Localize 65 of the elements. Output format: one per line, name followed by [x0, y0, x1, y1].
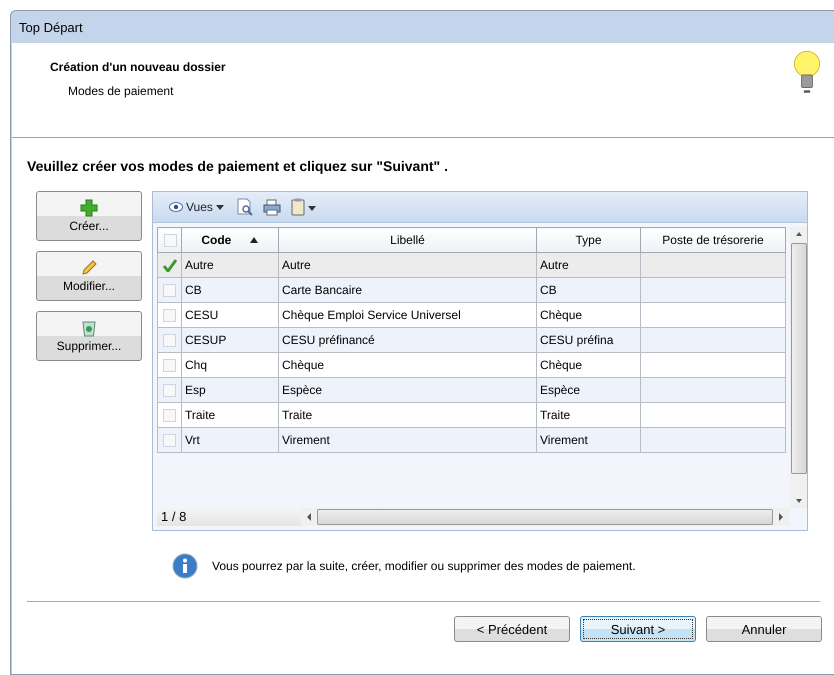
vertical-scrollbar[interactable]: [790, 227, 807, 508]
wizard-button[interactable]: Annuler: [706, 616, 822, 642]
table-cell: Traite: [536, 402, 640, 428]
table-cell: CESU préfina: [536, 328, 640, 352]
table-cell: CESU: [182, 302, 278, 328]
table-cell: Espèce: [536, 378, 640, 402]
column-header[interactable]: Poste de trésorerie: [640, 228, 786, 252]
table-cell: CB: [182, 278, 278, 302]
table-cell: Traite: [278, 402, 536, 428]
column-header[interactable]: Code: [182, 228, 278, 252]
table-cell: CB: [536, 278, 640, 302]
table-cell: Chèque Emploi Service Universel: [278, 302, 536, 328]
table-cell: Chq: [182, 352, 278, 378]
edit-button[interactable]: Modifier...: [36, 251, 142, 301]
row-checkbox[interactable]: [163, 284, 176, 296]
checkmark-icon[interactable]: [162, 258, 176, 272]
wizard-button[interactable]: < Précédent: [454, 616, 570, 642]
eye-icon: [169, 202, 183, 212]
instruction-text: Veuillez créer vos modes de paiement et cliquez sur "Suivant" .: [27, 158, 449, 174]
preview-icon[interactable]: [236, 198, 254, 216]
table-cell: Autre: [536, 252, 640, 278]
table-cell: Virement: [536, 428, 640, 452]
table-cell: Traite: [182, 402, 278, 428]
select-all-checkbox[interactable]: [164, 234, 177, 246]
caret-icon: [216, 204, 224, 210]
table-cell: Autre: [182, 252, 278, 278]
clipboard-icon[interactable]: [290, 198, 316, 216]
column-header[interactable]: Libellé: [278, 228, 536, 252]
views-button[interactable]: Vues: [165, 198, 228, 216]
scroll-left-icon[interactable]: [305, 512, 313, 522]
table-cell: Carte Bancaire: [278, 278, 536, 302]
wizard-button[interactable]: Suivant >: [580, 616, 696, 642]
info-icon: [172, 553, 198, 579]
scroll-right-icon[interactable]: [777, 512, 785, 522]
lightbulb-icon: [792, 49, 822, 93]
table-cell: CESU préfinancé: [278, 328, 536, 352]
table-cell: Chèque: [536, 302, 640, 328]
add-button[interactable]: Créer...: [36, 191, 142, 241]
table-cell: Vrt: [182, 428, 278, 452]
horizontal-scrollbar[interactable]: [301, 508, 789, 526]
column-header[interactable]: Type: [536, 228, 640, 252]
row-checkbox[interactable]: [163, 434, 176, 446]
table-cell: Espèce: [278, 378, 536, 402]
table-cell: Virement: [278, 428, 536, 452]
row-checkbox[interactable]: [163, 358, 176, 372]
delete-button[interactable]: Supprimer...: [36, 311, 142, 361]
table-cell: Autre: [278, 252, 536, 278]
sort-arrow-icon: [248, 236, 259, 244]
row-checkbox[interactable]: [163, 408, 176, 422]
plus-icon: [80, 199, 98, 217]
table-cell: CESUP: [182, 328, 278, 352]
info-text: Vous pourrez par la suite, créer, modifier ou supprimer des modes de paiement.: [212, 559, 636, 573]
record-count: 1 / 8: [157, 508, 301, 526]
row-checkbox[interactable]: [163, 334, 176, 346]
printer-icon[interactable]: [262, 198, 282, 216]
table-cell: Chèque: [278, 352, 536, 378]
table-cell: Esp: [182, 378, 278, 402]
pencil-icon: [80, 259, 98, 277]
page-title: Création d'un nouveau dossier: [50, 60, 226, 74]
page-subtitle: Modes de paiement: [68, 84, 174, 98]
row-checkbox[interactable]: [163, 384, 176, 396]
table-cell: Chèque: [536, 352, 640, 378]
recycle-bin-icon: [81, 319, 97, 337]
window-title: Top Départ: [19, 20, 83, 34]
row-checkbox[interactable]: [163, 308, 176, 322]
